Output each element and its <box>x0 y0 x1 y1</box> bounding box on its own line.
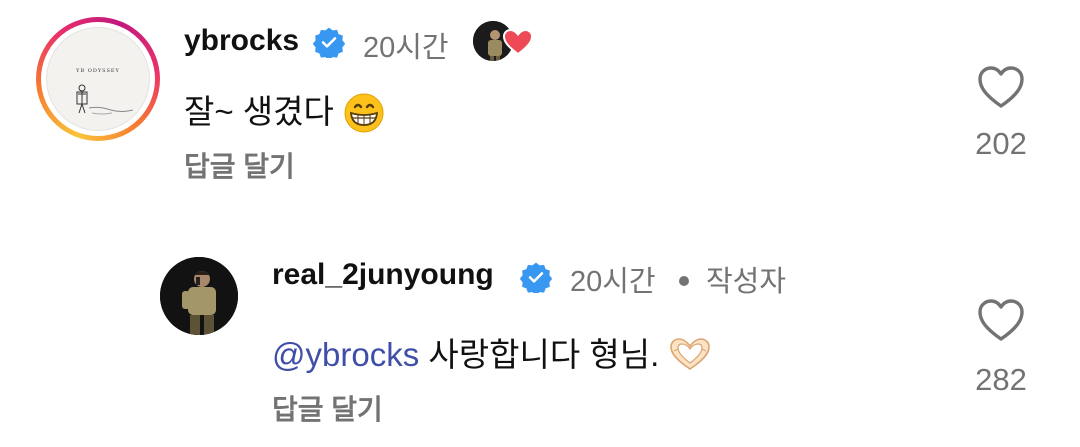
grinning-face-icon <box>343 92 385 136</box>
reply-button[interactable]: 답글 달기 <box>184 145 295 185</box>
comment-item: YB ODYSSEY ybrocks 20시간 잘~ 생겼다 답글 달기 202 <box>0 0 1080 215</box>
verified-badge-icon <box>520 262 552 293</box>
avatar[interactable] <box>160 257 238 335</box>
like-heart-icon[interactable] <box>977 65 1025 109</box>
like-count: 202 <box>975 126 1027 161</box>
separator-dot <box>679 276 689 286</box>
avatar[interactable]: YB ODYSSEY <box>46 27 150 131</box>
heart-badge-icon <box>503 29 533 55</box>
username[interactable]: ybrocks <box>184 24 299 58</box>
comment-text: 잘~ 생겼다 <box>184 85 385 136</box>
author-label: 작성자 <box>706 266 787 298</box>
like-heart-icon[interactable] <box>977 298 1025 342</box>
liked-by-author-badge <box>471 17 535 65</box>
comment-text: @ybrocks 사랑합니다 형님. <box>272 328 712 377</box>
avatar-photo-icon <box>160 257 238 335</box>
avatar-figure-icon <box>76 84 134 115</box>
reply-button[interactable]: 답글 달기 <box>272 388 383 428</box>
timestamp[interactable]: 20시간 <box>570 258 656 300</box>
mention-link[interactable]: @ybrocks <box>272 336 419 373</box>
like-count: 282 <box>975 362 1027 397</box>
verified-badge-icon <box>313 27 345 58</box>
comment-body: 사랑합니다 형님. <box>428 336 660 373</box>
story-ring[interactable]: YB ODYSSEY <box>36 17 160 141</box>
reply-comment-item: real_2junyoung 20시간 작성자 @ybrocks 사랑합니다 형… <box>0 215 1080 447</box>
timestamp[interactable]: 20시간 <box>363 24 449 66</box>
heart-hands-icon <box>668 337 712 377</box>
username[interactable]: real_2junyoung <box>272 258 494 292</box>
comment-body: 잘~ 생겼다 <box>184 93 334 130</box>
